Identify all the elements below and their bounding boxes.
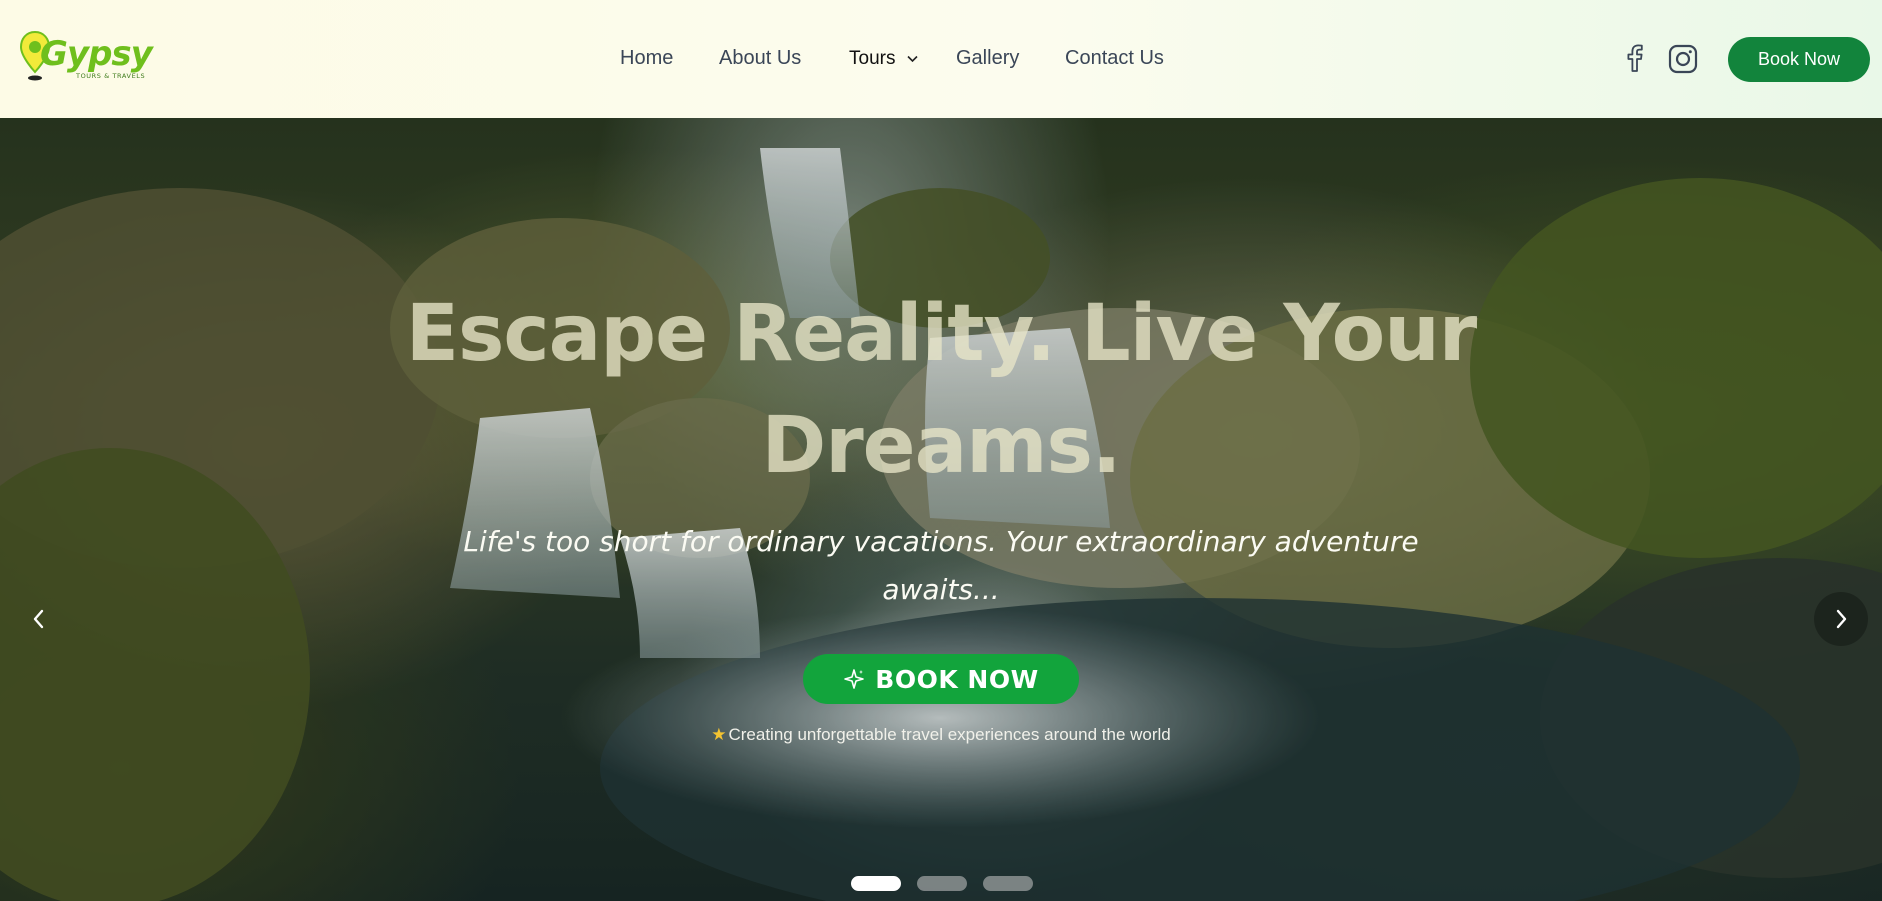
nav-contact-us[interactable]: Contact Us (1065, 47, 1164, 70)
carousel-next-button[interactable] (1814, 592, 1868, 646)
instagram-icon[interactable] (1668, 44, 1698, 74)
carousel-prev-button[interactable] (12, 592, 66, 646)
chevron-left-icon (33, 609, 44, 629)
carousel-dot-3[interactable] (983, 876, 1033, 891)
hero-book-now-button[interactable]: BOOK NOW (803, 654, 1079, 704)
nav-gallery[interactable]: Gallery (956, 47, 1019, 70)
hero-subtitle: Life's too short for ordinary vacations.… (0, 518, 1882, 614)
facebook-icon[interactable] (1624, 44, 1646, 72)
hero-tagline-text: Creating unforgettable travel experience… (728, 725, 1171, 744)
site-header: Gypsy TOURS & TRAVELS Home About Us Tour… (0, 0, 1882, 118)
hero-cta-label: BOOK NOW (875, 664, 1039, 694)
chevron-down-icon (907, 55, 918, 63)
hero-overlay (0, 118, 1882, 901)
hero-title-line-1: Escape Reality. Live Your (405, 289, 1478, 379)
hero-carousel: Escape Reality. Live Your Dreams. Life's… (0, 118, 1882, 901)
nav-tours-dropdown[interactable]: Tours (849, 48, 918, 70)
sparkle-icon (844, 669, 865, 689)
header-book-now-button[interactable]: Book Now (1728, 37, 1870, 82)
hero-title-line-2: Dreams. (761, 401, 1121, 491)
hero-tagline: ★ Creating unforgettable travel experienc… (0, 725, 1882, 745)
nav-tours-label: Tours (849, 48, 896, 69)
hero-subtitle-line-2: awaits... (882, 573, 1000, 606)
chevron-right-icon (1836, 609, 1847, 629)
nav-about-us[interactable]: About Us (719, 47, 801, 70)
hero-subtitle-line-1: Life's too short for ordinary vacations.… (463, 525, 1419, 558)
nav-home[interactable]: Home (620, 47, 673, 70)
carousel-dot-1[interactable] (851, 876, 901, 891)
carousel-indicators (851, 876, 1033, 891)
main-nav: Home About Us Tours Gallery Contact Us (0, 0, 1882, 118)
hero-title: Escape Reality. Live Your Dreams. (0, 278, 1882, 502)
carousel-dot-2[interactable] (917, 876, 967, 891)
star-icon: ★ (711, 725, 727, 744)
